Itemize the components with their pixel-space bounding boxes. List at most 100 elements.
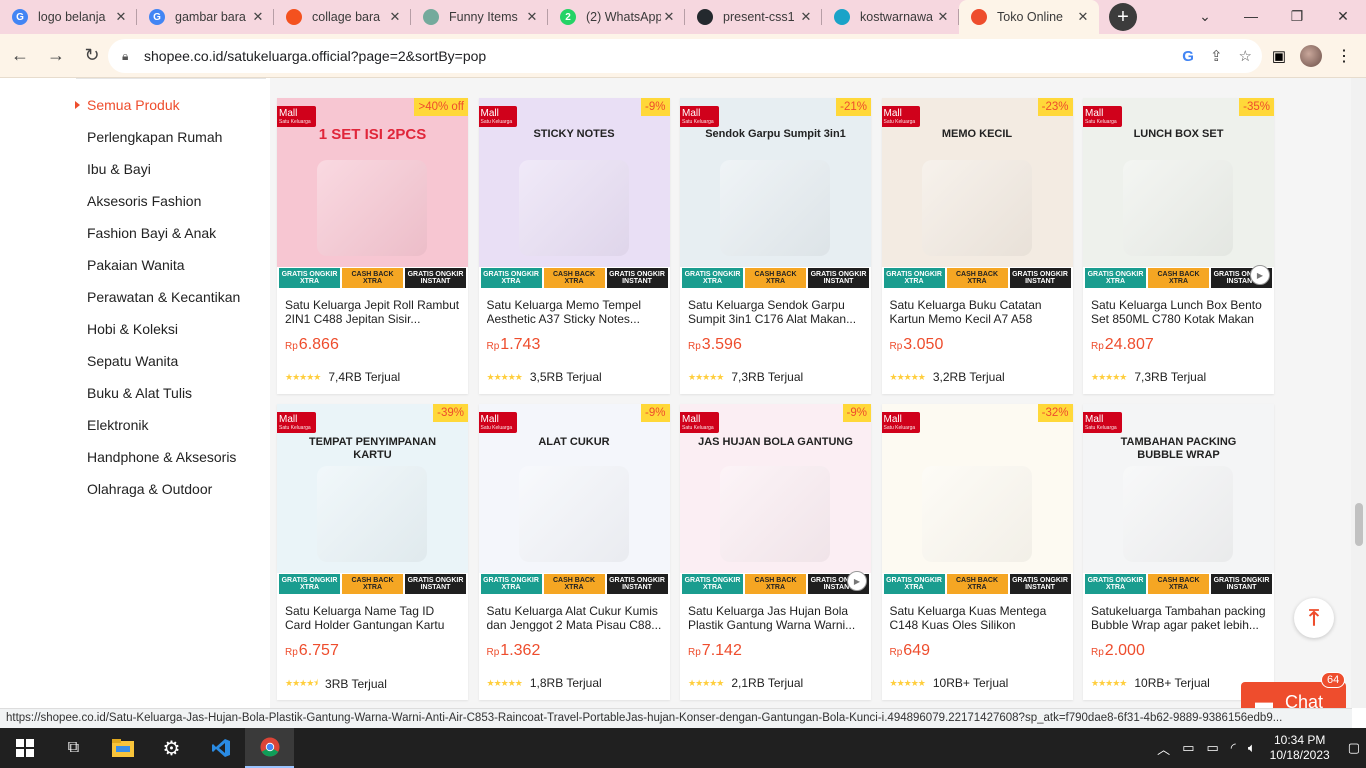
product-name[interactable]: Satu Keluarga Lunch Box Bento Set 850ML … [1091, 298, 1267, 326]
product-name[interactable]: Satukeluarga Tambahan packing Bubble Wra… [1091, 604, 1267, 632]
product-card[interactable]: Mall Satu Keluarga -9% JAS HUJAN BOLA GANTU… [680, 404, 871, 700]
product-illustration [1123, 466, 1233, 562]
product-name[interactable]: Satu Keluarga Kuas Mentega C148 Kuas Ole… [890, 604, 1066, 632]
video-play-icon[interactable]: ▶ [847, 571, 867, 591]
close-tab-icon[interactable]: ✕ [387, 9, 403, 25]
task-view-icon[interactable]: ⧉ [49, 728, 98, 768]
chrome-icon[interactable] [245, 728, 294, 768]
product-card[interactable]: Mall Satu Keluarga -39% TEMPAT PENYIMPANAN … [277, 404, 468, 700]
product-card[interactable]: Mall Satu Keluarga >40% off 1 SET ISI 2PCS G… [277, 98, 468, 394]
settings-gear-icon[interactable]: ⚙ [147, 728, 196, 768]
sidebar-category[interactable]: Hobi & Koleksi [87, 321, 178, 337]
category-sidebar: Semua Produk Perlengkapan Rumah Ibu & Bayi… [0, 78, 270, 708]
product-name[interactable]: Satu Keluarga Jepit Roll Rambut 2IN1 C48… [285, 298, 461, 326]
share-icon[interactable]: ⇪ [1210, 47, 1223, 65]
product-card[interactable]: Mall Satu Keluarga -9% STICKY NOTES GRATIS O… [478, 98, 670, 394]
product-image[interactable]: Mall Satu Keluarga TAMBAHAN PACKING BUBBLE… [1083, 404, 1274, 595]
shipping-badges: GRATIS ONGKIR XTRA CASH BACK XTRA GRATIS O… [277, 267, 468, 289]
file-explorer-icon[interactable] [98, 728, 147, 768]
scrollbar-thumb[interactable] [1355, 503, 1363, 546]
sidebar-category[interactable]: Sepatu Wanita [87, 353, 178, 369]
free-shipping-xtra-badge: GRATIS ONGKIR XTRA [279, 574, 340, 594]
product-card[interactable]: Mall Satu Keluarga -32% GRATIS ONGKIR XTRA C… [881, 404, 1073, 700]
sidebar-category[interactable]: Handphone & Aksesoris [87, 449, 236, 465]
browser-tab[interactable]: Toko Online ✕ [959, 0, 1099, 34]
browser-tab[interactable]: collage bara ✕ [274, 0, 411, 34]
sidebar-category[interactable]: Fashion Bayi & Anak [87, 225, 216, 241]
close-tab-icon[interactable]: ✕ [661, 9, 677, 25]
browser-tab[interactable]: 2 (2) WhatsApp ✕ [548, 0, 685, 34]
product-image[interactable]: Mall Satu Keluarga >40% off 1 SET ISI 2PCS G… [277, 98, 468, 289]
meet-now-icon[interactable]: ▭ [1182, 740, 1194, 756]
product-name[interactable]: Satu Keluarga Name Tag ID Card Holder Ga… [285, 604, 461, 632]
close-tab-icon[interactable]: ✕ [798, 9, 814, 25]
product-card[interactable]: Mall Satu Keluarga -21% Sendok Garpu Sumpit… [680, 98, 871, 394]
battery-icon[interactable]: ▭ [1206, 740, 1218, 756]
product-card[interactable]: Mall Satu Keluarga TAMBAHAN PACKING BUBBLE… [1083, 404, 1274, 700]
product-name[interactable]: Satu Keluarga Jas Hujan Bola Plastik Gan… [688, 604, 864, 632]
product-image[interactable]: Mall Satu Keluarga -9% JAS HUJAN BOLA GANTU… [680, 404, 871, 595]
product-name[interactable]: Satu Keluarga Alat Cukur Kumis dan Jengg… [487, 604, 663, 632]
address-bar[interactable]: 🔒︎ shopee.co.id/satukeluarga.official?pa… [108, 39, 1262, 73]
sidebar-category[interactable]: Perawatan & Kecantikan [87, 289, 240, 305]
forward-button[interactable]: → [40, 40, 72, 72]
sidebar-category[interactable]: Perlengkapan Rumah [87, 129, 222, 145]
sidebar-category[interactable]: Elektronik [87, 417, 148, 433]
product-image[interactable]: Mall Satu Keluarga -21% Sendok Garpu Sumpit… [680, 98, 871, 289]
google-lens-icon[interactable]: G [1182, 48, 1194, 65]
product-name[interactable]: Satu Keluarga Buku Catatan Kartun Memo K… [890, 298, 1066, 326]
back-to-top-button[interactable]: ⤒ [1294, 598, 1334, 638]
back-button[interactable]: ← [4, 40, 36, 72]
start-windows-icon[interactable] [0, 728, 49, 768]
product-image[interactable]: Mall Satu Keluarga -9% ALAT CUKUR GRATIS ONG… [478, 404, 670, 595]
minimize-button[interactable]: — [1228, 0, 1274, 32]
browser-tab[interactable]: Glogo belanja ✕ [0, 0, 137, 34]
volume-icon[interactable]: 🔈︎ [1248, 740, 1256, 756]
new-tab-button[interactable]: + [1109, 3, 1137, 31]
browser-tab[interactable]: kostwarnawa ✕ [822, 0, 959, 34]
product-card[interactable]: Mall Satu Keluarga -9% ALAT CUKUR GRATIS ONG… [478, 404, 670, 700]
close-tab-icon[interactable]: ✕ [935, 9, 951, 25]
taskbar-clock[interactable]: 10:34 PM 10/18/2023 [1270, 733, 1330, 763]
close-tab-icon[interactable]: ✕ [1075, 9, 1091, 25]
browser-tab[interactable]: Ggambar bara ✕ [137, 0, 274, 34]
sidebar-category[interactable]: Olahraga & Outdoor [87, 481, 212, 497]
wifi-icon[interactable]: ◜ [1231, 740, 1236, 756]
product-card[interactable]: Mall Satu Keluarga -23% MEMO KECIL GRATIS ON… [881, 98, 1073, 394]
vscode-icon[interactable] [196, 728, 245, 768]
product-image[interactable]: Mall Satu Keluarga -39% TEMPAT PENYIMPANAN … [277, 404, 468, 595]
product-image[interactable]: Mall Satu Keluarga -35% LUNCH BOX SET GRATIS… [1083, 98, 1274, 289]
browser-tab[interactable]: present-css1 ✕ [685, 0, 822, 34]
product-name[interactable]: Satu Keluarga Sendok Garpu Sumpit 3in1 C… [688, 298, 864, 326]
close-tab-icon[interactable]: ✕ [113, 9, 129, 25]
page-scrollbar[interactable] [1351, 78, 1366, 708]
menu-icon[interactable]: ⋮ [1336, 46, 1352, 66]
profile-avatar[interactable] [1300, 45, 1322, 67]
product-image[interactable]: Mall Satu Keluarga -9% STICKY NOTES GRATIS O… [478, 98, 670, 289]
close-window-button[interactable]: ✕ [1320, 0, 1366, 32]
lock-icon[interactable]: 🔒︎ [122, 49, 134, 63]
product-image[interactable]: Mall Satu Keluarga -32% GRATIS ONGKIR XTRA C… [881, 404, 1073, 595]
reload-button[interactable]: ↻ [76, 40, 108, 72]
sidebar-category[interactable]: Buku & Alat Tulis [87, 385, 192, 401]
close-tab-icon[interactable]: ✕ [250, 9, 266, 25]
chevron-up-icon[interactable]: ︿ [1157, 739, 1170, 758]
sidebar-category[interactable]: Ibu & Bayi [87, 161, 151, 177]
notification-icon[interactable]: ▢ [1348, 740, 1360, 756]
sidebar-category[interactable]: Semua Produk [75, 97, 180, 113]
shipping-badges: GRATIS ONGKIR XTRA CASH BACK XTRA GRATIS O… [680, 573, 871, 595]
restore-button[interactable]: ❐ [1274, 0, 1320, 32]
browser-tab[interactable]: Funny Items ✕ [411, 0, 548, 34]
sidebar-category[interactable]: Pakaian Wanita [87, 257, 185, 273]
close-tab-icon[interactable]: ✕ [524, 9, 540, 25]
mall-sublabel: Satu Keluarga [883, 425, 916, 431]
video-play-icon[interactable]: ▶ [1250, 265, 1270, 285]
sidebar-category[interactable]: Aksesoris Fashion [87, 193, 201, 209]
browser-tab-bar: Glogo belanja ✕ Ggambar bara ✕ collage bara ✕… [0, 0, 1366, 34]
bookmark-star-icon[interactable]: ☆ [1239, 47, 1252, 65]
product-name[interactable]: Satu Keluarga Memo Tempel Aesthetic A37 … [487, 298, 663, 326]
product-card[interactable]: Mall Satu Keluarga -35% LUNCH BOX SET GRATIS… [1083, 98, 1274, 394]
product-image[interactable]: Mall Satu Keluarga -23% MEMO KECIL GRATIS ON… [881, 98, 1073, 289]
side-panel-icon[interactable]: ▣ [1272, 47, 1286, 65]
tab-search-icon[interactable]: ⌄ [1182, 0, 1228, 32]
